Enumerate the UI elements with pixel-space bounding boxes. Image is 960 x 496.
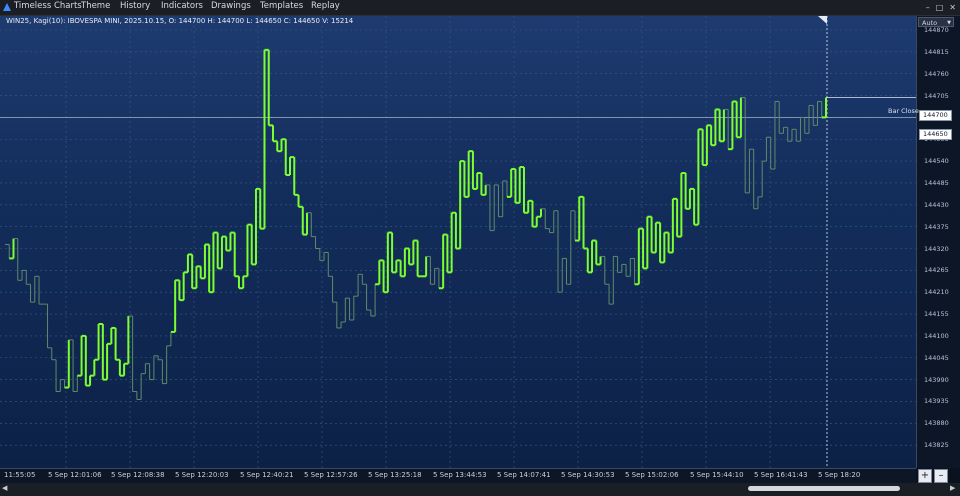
zoom-in-button[interactable]: + [918,469,932,483]
restore-icon[interactable]: □ [936,3,944,12]
time-tick-label: 5 Sep 12:40:21 [240,471,294,479]
menu-indicators[interactable]: Indicators [161,1,203,11]
menu-app-name[interactable]: Timeless Charts [14,1,82,11]
price-tick-label: 144320 [924,244,949,253]
symbol-info-line: WIN25, Kagi(10): IBOVESPA MINI, 2025.10.… [6,17,354,25]
zoom-out-button[interactable]: – [934,469,948,483]
price-tick-label: 144265 [924,266,949,275]
price-tick-label: 144210 [924,288,949,297]
close-icon[interactable]: ✕ [949,3,956,12]
menu-bar: Timeless Charts Theme History Indicators… [0,0,960,16]
time-tick-label: 5 Sep 12:57:26 [304,471,358,479]
price-tick-label: 144760 [924,69,949,78]
kagi-chart[interactable] [0,16,916,468]
time-tick-label: 5 Sep 15:02:06 [625,471,679,479]
price-tick-label: 144815 [924,47,949,56]
chart-area[interactable]: WIN25, Kagi(10): IBOVESPA MINI, 2025.10.… [0,16,916,468]
last-price-tag: 144650 [919,129,952,140]
price-tick-label: 144485 [924,178,949,187]
price-tick-label: 144540 [924,157,949,166]
price-tick-label: 144870 [924,26,949,34]
price-tick-label: 143935 [924,397,949,406]
time-tick-label: 5 Sep 14:07:41 [497,471,551,479]
time-tick-label: 11:55:05 [4,471,36,479]
time-tick-label: 5 Sep 12:08:38 [111,471,165,479]
time-tick-label: 5 Sep 15:44:10 [690,471,744,479]
time-tick-label: 5 Sep 13:25:18 [368,471,422,479]
price-tick-label: 144430 [924,200,949,209]
price-tick-label: 144375 [924,222,949,231]
zoom-controls: + – [918,469,948,483]
price-tick-label: 144705 [924,91,949,100]
app-logo-icon [3,3,11,11]
time-tick-label: 5 Sep 12:01:06 [48,471,102,479]
price-tick-label: 143825 [924,441,949,450]
minimize-icon[interactable]: – [926,3,930,12]
scroll-right-icon[interactable]: ▶ [950,484,955,492]
current-bar-marker-icon [818,16,827,24]
menu-history[interactable]: History [120,1,150,11]
price-tick-label: 144045 [924,353,949,362]
window-controls: – □ ✕ [926,0,956,15]
price-tick-label: 144100 [924,331,949,340]
time-tick-label: 5 Sep 14:30:53 [561,471,615,479]
bar-close-label: Bar Close [888,107,919,115]
scrollbar-thumb[interactable] [748,486,900,491]
menu-templates[interactable]: Templates [260,1,303,11]
menu-theme[interactable]: Theme [81,1,110,11]
menu-drawings[interactable]: Drawings [211,1,251,11]
time-tick-label: 5 Sep 13:44:53 [433,471,487,479]
price-tick-label: 143990 [924,375,949,384]
time-tick-label: 5 Sep 18:20 [818,471,861,479]
menu-replay[interactable]: Replay [311,1,340,11]
bar-close-price-tag: 144700 [919,110,952,121]
scroll-left-icon[interactable]: ◀ [2,484,7,492]
price-tick-label: 144155 [924,310,949,319]
price-tick-label: 143880 [924,419,949,428]
time-tick-label: 5 Sep 16:41:43 [754,471,808,479]
time-tick-label: 5 Sep 12:20:03 [175,471,229,479]
